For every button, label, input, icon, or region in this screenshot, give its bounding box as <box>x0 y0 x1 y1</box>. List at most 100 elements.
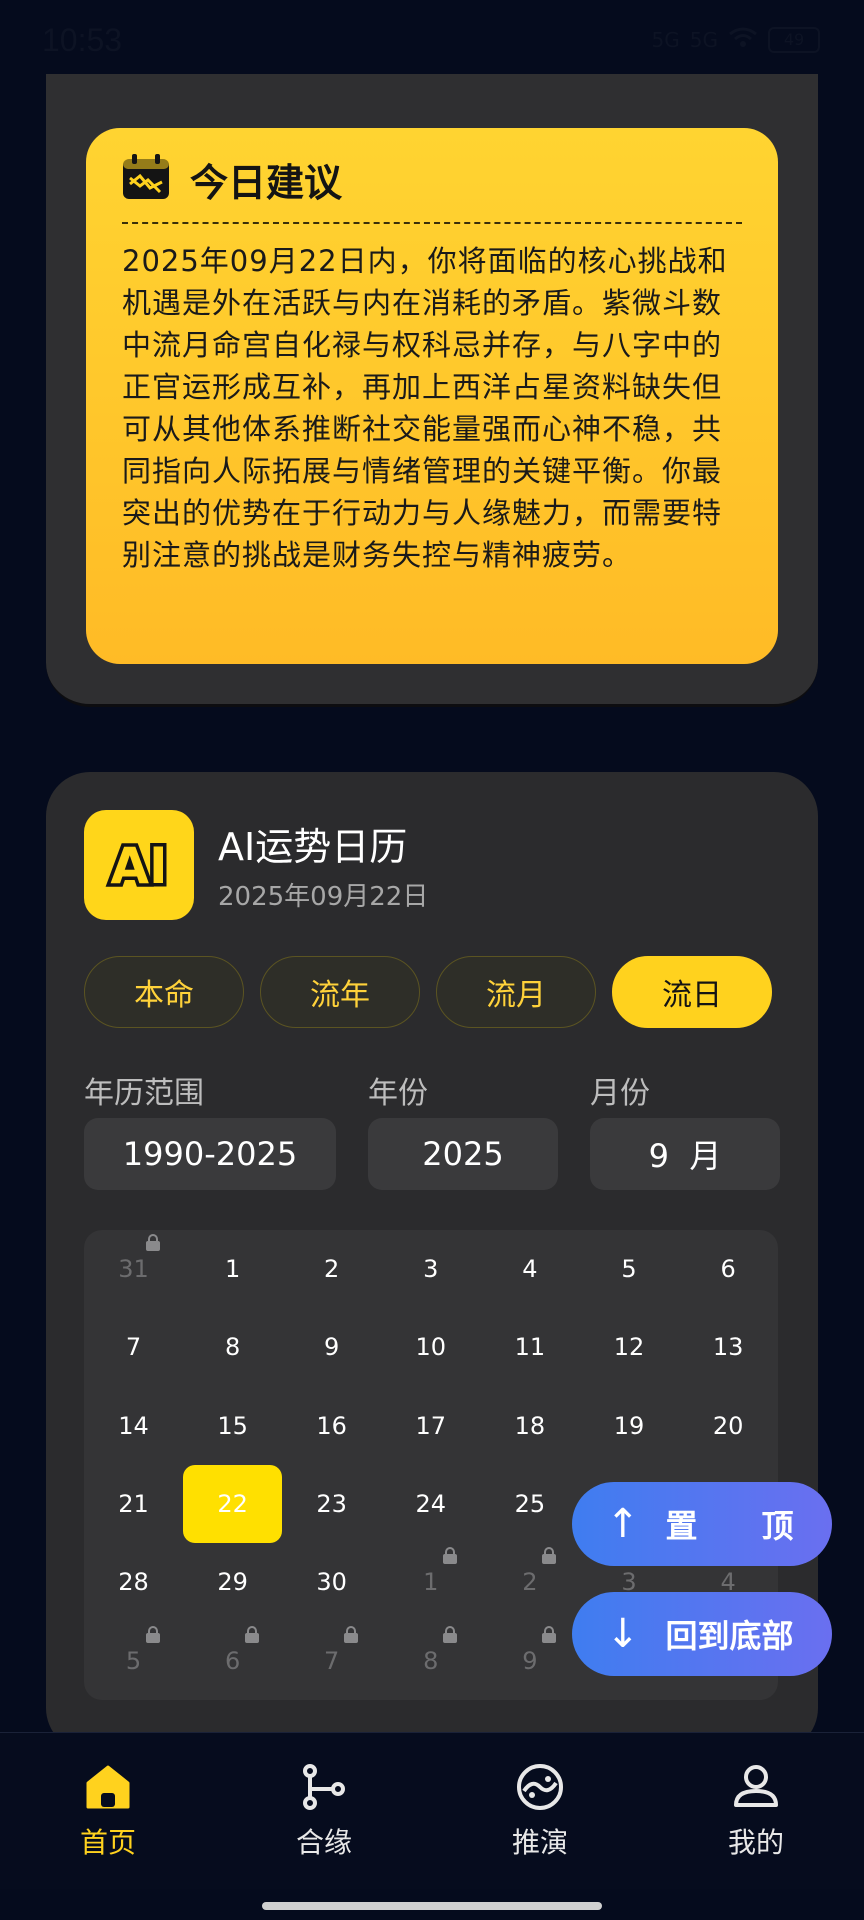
calendar-day-number: 7 <box>125 1333 142 1362</box>
calendar-day-number: 18 <box>514 1411 546 1440</box>
calendar-day[interactable]: 9 <box>282 1308 381 1386</box>
calendar-day[interactable]: 7 <box>282 1622 381 1700</box>
month-label: 月份 <box>590 1076 650 1111</box>
bottom-nav: 首页 合缘 推演 我的 <box>0 1732 864 1889</box>
lock-icon <box>146 1625 160 1643</box>
calendar-day[interactable]: 4 <box>480 1230 579 1308</box>
calendar-day[interactable]: 17 <box>381 1387 480 1465</box>
match-icon <box>303 1764 345 1810</box>
nav-home[interactable]: 首页 <box>48 1761 168 1861</box>
month-select[interactable]: 9 月 <box>590 1118 780 1190</box>
scroll-bottom-button[interactable]: ↓ 回到底部 <box>572 1592 832 1676</box>
advice-panel: 今日建议 2025年09月22日内，你将面临的核心挑战和机遇是外在活跃与内在消耗… <box>86 128 778 664</box>
calendar-day[interactable]: 13 <box>679 1308 778 1386</box>
calendar-day-number: 5 <box>621 1255 637 1283</box>
calendar-day[interactable]: 9 <box>480 1622 579 1700</box>
lock-icon <box>146 1234 160 1251</box>
lock-icon <box>344 1625 359 1643</box>
battery-icon: 49 <box>768 26 820 53</box>
year-select[interactable]: 2025 <box>368 1118 558 1190</box>
status-time: 10:53 <box>42 22 123 58</box>
calendar-day[interactable]: 6 <box>679 1230 778 1308</box>
calendar-day-number: 12 <box>613 1333 645 1362</box>
signal-icon-2: 5G <box>689 27 718 52</box>
calendar-day[interactable]: 8 <box>381 1622 480 1700</box>
profile-icon <box>734 1765 778 1807</box>
year-label: 年份 <box>368 1076 428 1111</box>
advice-header: 今日建议 <box>122 152 742 206</box>
nav-profile[interactable]: 我的 <box>696 1761 816 1861</box>
calendar-day[interactable]: 20 <box>679 1387 778 1465</box>
nav-match[interactable]: 合缘 <box>264 1761 384 1861</box>
calendar-day[interactable]: 3 <box>381 1230 480 1308</box>
tab-daily[interactable]: 流日 <box>612 956 772 1028</box>
tab-monthly[interactable]: 流月 <box>436 956 596 1028</box>
calendar-day[interactable]: 8 <box>183 1308 282 1386</box>
calendar-day-number: 13 <box>712 1333 744 1362</box>
calendar-day-number: 30 <box>316 1568 347 1597</box>
calendar-day-number: 6 <box>720 1255 736 1283</box>
calendar-day[interactable]: 6 <box>183 1622 282 1700</box>
calendar-day-number: 22 <box>217 1489 248 1518</box>
calendar-day[interactable]: 29 <box>183 1543 282 1621</box>
calendar-day-number: 29 <box>217 1568 248 1597</box>
lock-icon <box>542 1547 557 1565</box>
ai-logo: AI <box>84 810 194 920</box>
calendar-day-number: 19 <box>613 1411 645 1440</box>
scroll-top-label: 置 顶 <box>665 1507 794 1545</box>
calendar-day-number: 20 <box>712 1411 744 1440</box>
tab-natal[interactable]: 本命 <box>84 956 244 1028</box>
calendar-day-number: 28 <box>118 1568 149 1597</box>
nav-match-label: 合缘 <box>295 1826 352 1859</box>
scroll-top-button[interactable]: ↑ 置 顶 <box>572 1482 832 1566</box>
calendar-day-number: 10 <box>415 1333 447 1362</box>
calendar-day[interactable]: 5 <box>84 1622 183 1700</box>
calendar-day-number: 2 <box>324 1255 340 1283</box>
calendar-day-number: 8 <box>423 1646 439 1675</box>
calendar-day[interactable]: 16 <box>282 1387 381 1465</box>
home-icon <box>86 1765 130 1809</box>
calendar-day[interactable]: 31 <box>84 1230 183 1308</box>
calendar-day[interactable]: 1 <box>183 1230 282 1308</box>
nav-divination-label: 推演 <box>511 1826 568 1859</box>
calendar-day[interactable]: 11 <box>480 1308 579 1386</box>
calendar-day[interactable]: 30 <box>282 1543 381 1621</box>
calendar-day[interactable]: 10 <box>381 1308 480 1386</box>
range-select[interactable]: 1990-2025 <box>84 1118 336 1190</box>
advice-text: 2025年09月22日内，你将面临的核心挑战和机遇是外在活跃与内在消耗的矛盾。紫… <box>122 244 728 572</box>
calendar-day[interactable]: 1 <box>381 1543 480 1621</box>
lock-icon <box>443 1547 458 1565</box>
calendar-day[interactable]: 24 <box>381 1465 480 1543</box>
calendar-day[interactable]: 28 <box>84 1543 183 1621</box>
calendar-day-number: 31 <box>118 1255 149 1283</box>
calendar-day[interactable]: 12 <box>580 1308 679 1386</box>
calendar-day-number: 5 <box>125 1646 142 1675</box>
calendar-day-number: 1 <box>224 1255 241 1283</box>
calendar-day-selected[interactable]: 22 <box>183 1464 283 1543</box>
calendar-day[interactable]: 25 <box>480 1465 579 1543</box>
nav-divination[interactable]: 推演 <box>480 1761 600 1861</box>
range-label: 年历范围 <box>84 1076 204 1111</box>
calendar-day-number: 11 <box>514 1333 546 1362</box>
calendar-day[interactable]: 2 <box>480 1543 579 1621</box>
calendar-day[interactable]: 7 <box>84 1308 183 1386</box>
calendar-day[interactable]: 15 <box>183 1387 282 1465</box>
calendar-date: 2025年09月22日 <box>218 882 429 912</box>
calendar-day[interactable]: 18 <box>480 1387 579 1465</box>
calendar-day[interactable]: 14 <box>84 1387 183 1465</box>
calendar-day[interactable]: 23 <box>282 1465 381 1543</box>
tab-yearly[interactable]: 流年 <box>260 956 420 1028</box>
calendar-day-number: 3 <box>423 1255 439 1283</box>
scroll-bottom-label: 回到底部 <box>665 1617 794 1655</box>
calendar-day[interactable]: 21 <box>84 1465 183 1543</box>
svg-text:AI: AI <box>110 837 167 893</box>
calendar-day-number: 9 <box>324 1333 340 1362</box>
ai-logo-mark: AI <box>107 837 171 893</box>
advice-card: 今日建议 2025年09月22日内，你将面临的核心挑战和机遇是外在活跃与内在消耗… <box>46 74 818 707</box>
advice-title: 今日建议 <box>190 160 343 205</box>
calendar-day[interactable]: 2 <box>282 1230 381 1308</box>
fortune-tabs: 本命 流年 流月 流日 <box>84 956 772 1028</box>
calendar-day-number: 6 <box>224 1646 241 1675</box>
calendar-day[interactable]: 5 <box>580 1230 679 1308</box>
calendar-day[interactable]: 19 <box>580 1387 679 1465</box>
